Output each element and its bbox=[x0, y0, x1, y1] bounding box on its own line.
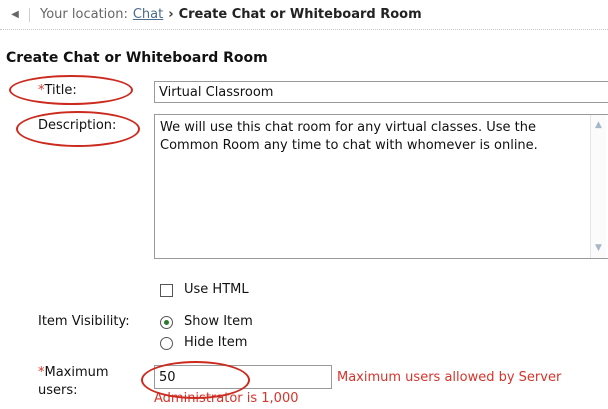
title-label-text: Title: bbox=[44, 83, 77, 98]
create-room-page: ◀ Your location: Chat › Create Chat or W… bbox=[0, 0, 608, 409]
breadcrumb-link-chat[interactable]: Chat bbox=[133, 7, 163, 22]
hide-item-label: Hide Item bbox=[184, 335, 248, 350]
title-input[interactable] bbox=[154, 81, 608, 103]
description-label: Description: bbox=[38, 118, 117, 133]
breadcrumb: ◀ Your location: Chat › Create Chat or W… bbox=[0, 0, 608, 30]
hide-item-radio[interactable] bbox=[160, 337, 173, 350]
description-textarea[interactable]: We will use this chat room for any virtu… bbox=[154, 114, 608, 259]
breadcrumb-prefix: Your location: bbox=[40, 7, 128, 22]
page-title: Create Chat or Whiteboard Room bbox=[6, 50, 268, 66]
max-users-input[interactable] bbox=[154, 365, 332, 389]
breadcrumb-separator: › bbox=[168, 7, 174, 22]
max-users-hint-line1: Maximum users allowed by Server bbox=[337, 370, 562, 385]
show-item-radio[interactable] bbox=[160, 316, 173, 329]
item-visibility-label: Item Visibility: bbox=[38, 314, 130, 329]
breadcrumb-current: Create Chat or Whiteboard Room bbox=[178, 7, 422, 22]
chevron-down-icon[interactable]: ▼ bbox=[591, 241, 606, 255]
max-users-hint-line2: Administrator is 1,000 bbox=[154, 391, 299, 406]
use-html-checkbox[interactable] bbox=[160, 284, 173, 297]
max-users-label-line2: users: bbox=[38, 383, 78, 398]
show-item-label: Show Item bbox=[184, 314, 253, 329]
description-scrollbar[interactable]: ▲ ▼ bbox=[590, 115, 606, 258]
max-users-label: *Maximum users: bbox=[38, 364, 109, 400]
breadcrumb-divider bbox=[29, 7, 30, 22]
max-users-label-line1: Maximum bbox=[44, 365, 109, 380]
chevron-left-icon[interactable]: ◀ bbox=[7, 7, 23, 23]
use-html-label: Use HTML bbox=[184, 282, 249, 297]
chevron-up-icon[interactable]: ▲ bbox=[591, 118, 606, 132]
title-label: *Title: bbox=[38, 82, 77, 100]
